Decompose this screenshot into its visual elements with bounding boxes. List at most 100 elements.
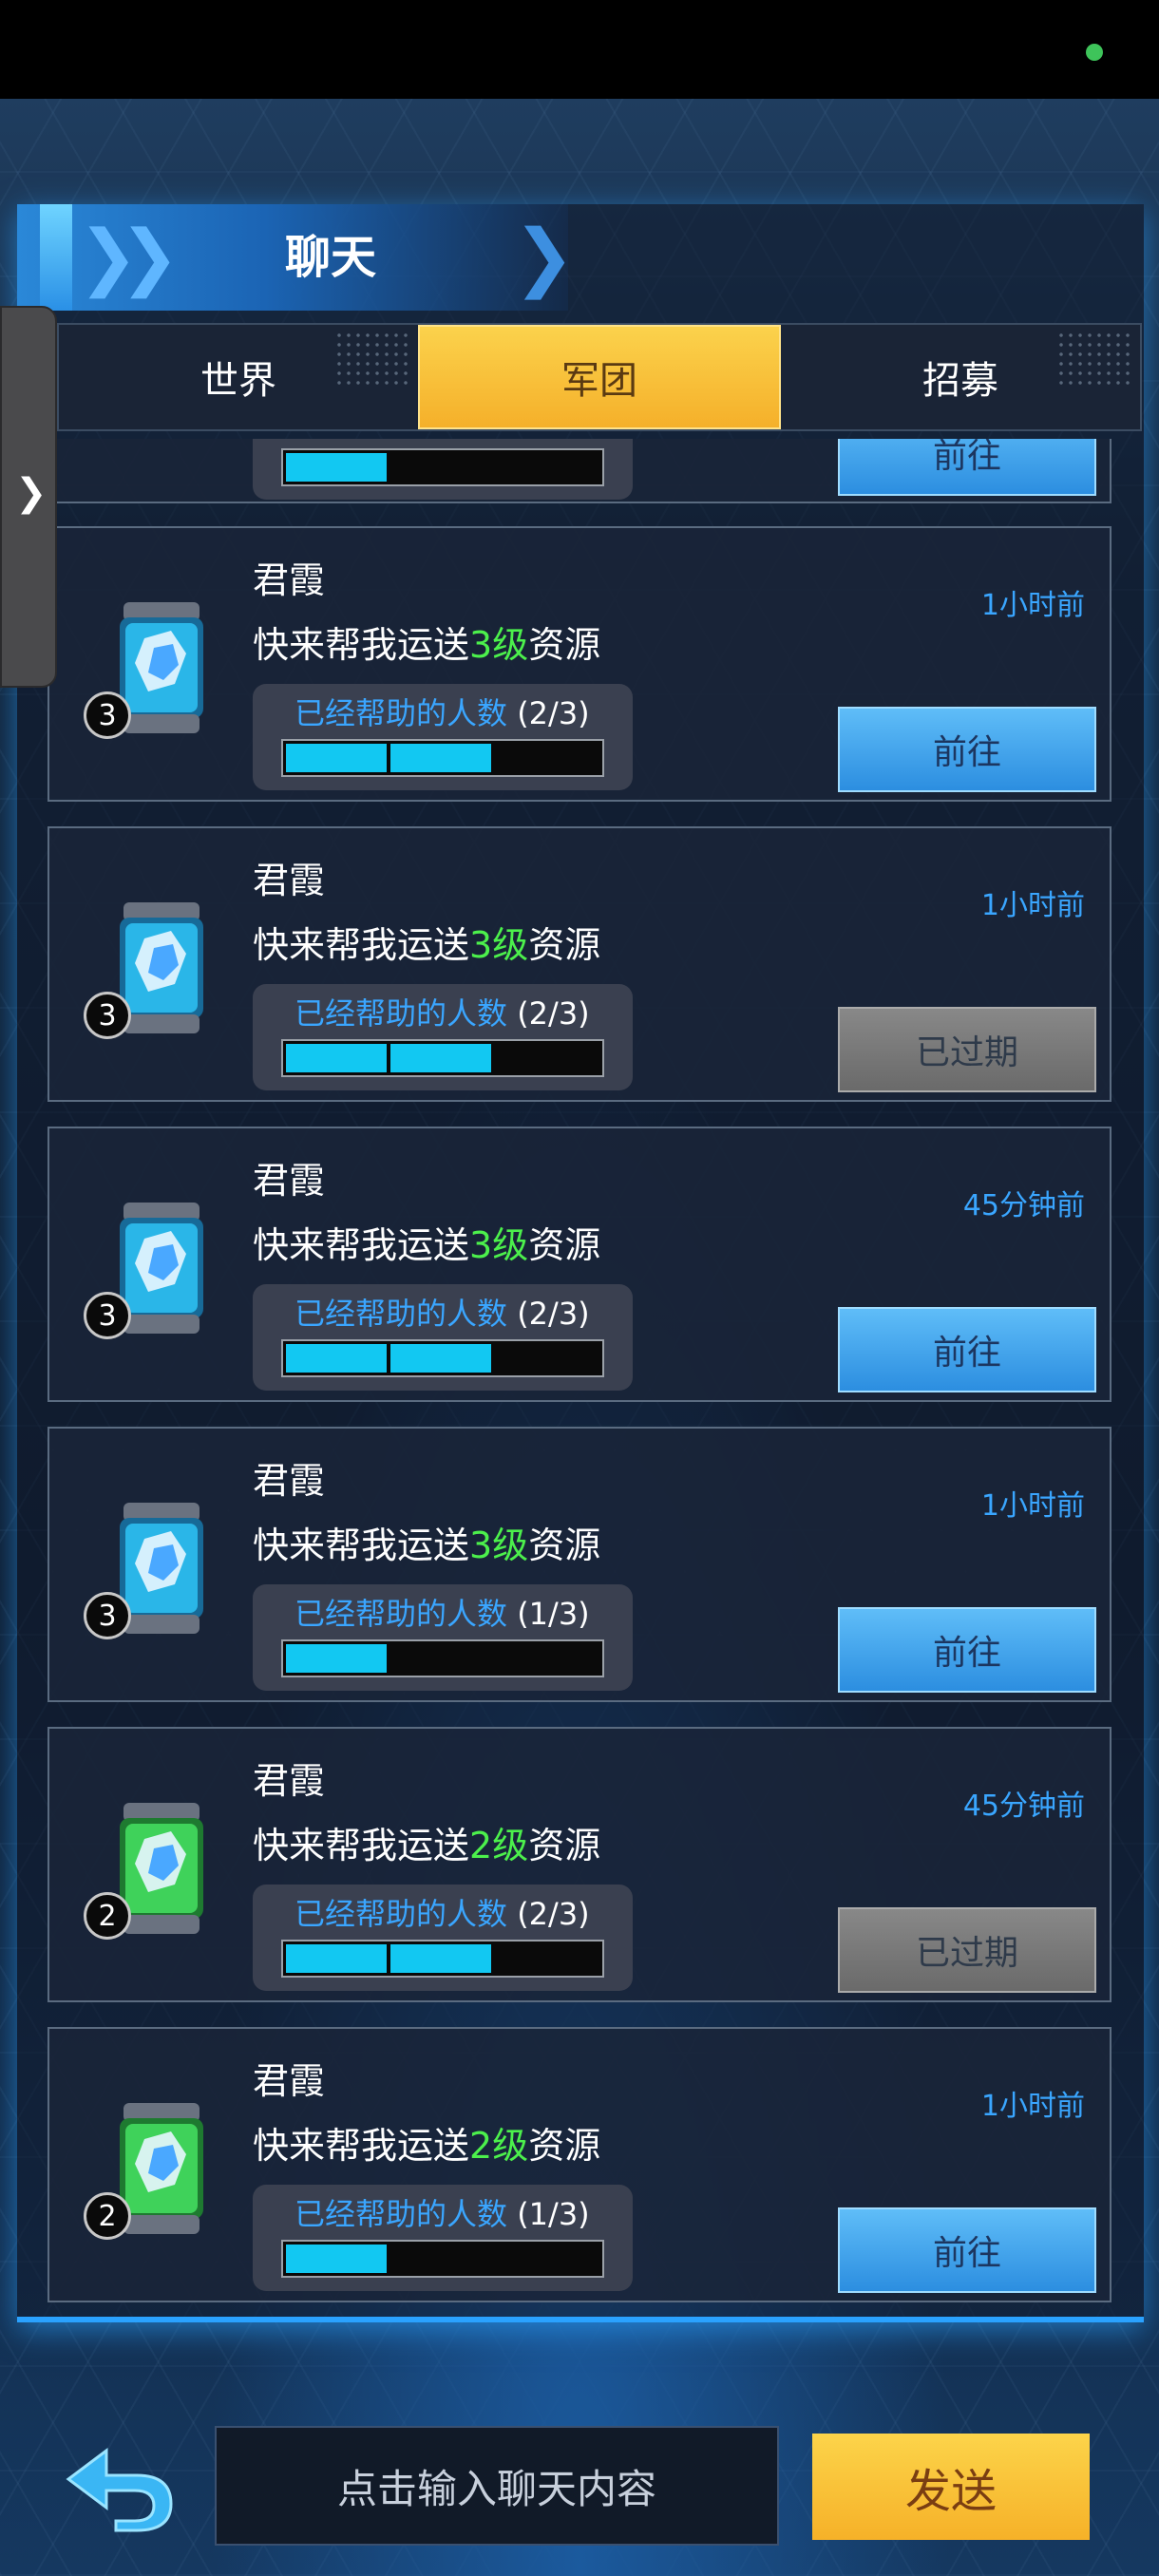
message-card: 3 君霞 快来帮我运送3级资源 已经帮助的人数 (2/3) 1小时前 已过期 <box>48 826 1112 1102</box>
progress-segment <box>390 744 491 772</box>
progress-segment <box>286 2245 387 2273</box>
help-box: 已经帮助的人数 (1/3) <box>253 2185 633 2291</box>
progress-segment <box>286 744 387 772</box>
button-label: 前往 <box>932 733 1001 772</box>
message-prefix: 快来帮我运送 <box>253 624 470 666</box>
message-text: 快来帮我运送3级资源 <box>253 1520 600 1571</box>
progress-segment <box>390 1944 491 1973</box>
go-button[interactable]: 前往 <box>838 2207 1096 2293</box>
help-count: (1/3) <box>517 1596 590 1632</box>
progress-segment <box>286 1344 387 1373</box>
sender-name: 君霞 <box>253 1760 326 1802</box>
progress-segment <box>286 1944 387 1973</box>
go-button[interactable]: 前往 <box>838 1307 1096 1392</box>
message-prefix: 快来帮我运送 <box>253 1224 470 1266</box>
message-prefix: 快来帮我运送 <box>253 924 470 966</box>
help-box: 已经帮助的人数 (2/3) <box>253 684 633 790</box>
message-level: 3级 <box>469 1224 529 1266</box>
sender-name: 君霞 <box>253 559 326 601</box>
title-accent-bar <box>40 204 72 311</box>
progress-segment <box>495 1644 596 1673</box>
progress-segment <box>286 1644 387 1673</box>
message-prefix: 快来帮我运送 <box>253 1825 470 1866</box>
message-card-partial: 前往 <box>48 439 1112 503</box>
progress-bar <box>281 1940 604 1978</box>
timestamp: 1小时前 <box>980 589 1085 622</box>
message-text: 快来帮我运送3级资源 <box>253 619 600 671</box>
progress-segment <box>495 1344 596 1373</box>
progress-segment <box>390 1344 491 1373</box>
message-suffix: 资源 <box>528 624 601 666</box>
button-label: 前往 <box>932 1334 1001 1373</box>
back-arrow-icon[interactable] <box>59 2432 182 2536</box>
side-drawer-handle[interactable]: ❯ <box>0 306 57 688</box>
message-card: 2 君霞 快来帮我运送2级资源 已经帮助的人数 (1/3) 1小时前 前往 <box>48 2027 1112 2302</box>
send-button[interactable]: 发送 <box>812 2434 1090 2540</box>
progress-bar <box>281 1639 604 1677</box>
message-level: 3级 <box>469 1525 529 1566</box>
timestamp: 1小时前 <box>980 889 1085 922</box>
help-label-text: 已经帮助的人数 <box>294 1896 508 1932</box>
help-count: (2/3) <box>517 1296 590 1332</box>
button-label: 前往 <box>932 2234 1001 2273</box>
tab-label: 世界 <box>200 359 276 403</box>
progress-bar <box>281 739 604 777</box>
channel-tabs: 世界 军团 招募 <box>57 323 1142 431</box>
go-button[interactable]: 前往 <box>838 439 1096 496</box>
tab-label: 军团 <box>561 359 637 403</box>
status-indicator-dot <box>1086 44 1103 61</box>
level-badge: 3 <box>84 992 131 1039</box>
sender-name: 君霞 <box>253 1160 326 1202</box>
message-prefix: 快来帮我运送 <box>253 2125 470 2167</box>
status-bar <box>0 0 1159 99</box>
level-badge: 2 <box>84 1892 131 1940</box>
sender-name: 君霞 <box>253 1460 326 1502</box>
timestamp: 45分钟前 <box>962 1189 1085 1222</box>
timestamp: 1小时前 <box>980 1489 1085 1523</box>
level-badge: 2 <box>84 2192 131 2240</box>
progress-segment <box>495 744 596 772</box>
tab-legion[interactable]: 军团 <box>418 325 781 429</box>
help-label: 已经帮助的人数 (2/3) <box>294 691 590 735</box>
level-badge: 3 <box>84 1292 131 1339</box>
progress-segment <box>286 453 387 482</box>
help-count: (1/3) <box>517 2196 590 2232</box>
message-text: 快来帮我运送2级资源 <box>253 1820 600 1871</box>
chat-input[interactable]: 点击输入聊天内容 <box>215 2426 779 2546</box>
help-box <box>253 439 633 500</box>
progress-segment <box>495 1944 596 1973</box>
progress-segment <box>286 1044 387 1072</box>
message-suffix: 资源 <box>528 1825 601 1866</box>
level-badge: 3 <box>84 691 131 739</box>
go-button[interactable]: 前往 <box>838 707 1096 792</box>
go-button[interactable]: 前往 <box>838 1607 1096 1693</box>
help-label: 已经帮助的人数 (1/3) <box>294 2192 590 2236</box>
message-suffix: 资源 <box>528 1224 601 1266</box>
tab-recruit[interactable]: 招募 <box>781 325 1140 429</box>
progress-bar <box>281 1039 604 1077</box>
progress-segment <box>390 2245 491 2273</box>
expired-button: 已过期 <box>838 1007 1096 1092</box>
help-label-text: 已经帮助的人数 <box>294 995 508 1032</box>
progress-bar <box>281 2240 604 2278</box>
expired-button: 已过期 <box>838 1907 1096 1993</box>
message-level: 2级 <box>469 1825 529 1866</box>
help-box: 已经帮助的人数 (2/3) <box>253 1284 633 1391</box>
help-label: 已经帮助的人数 (2/3) <box>294 992 590 1035</box>
timestamp: 1小时前 <box>980 2090 1085 2123</box>
button-label: 已过期 <box>915 1033 1018 1072</box>
sender-name: 君霞 <box>253 2060 326 2102</box>
help-count: (2/3) <box>517 695 590 731</box>
progress-segment <box>390 1044 491 1072</box>
message-card: 3 君霞快来帮我运送3级资源已经帮助的人数 (2/3) 1小时前前往 <box>48 526 1112 802</box>
button-label: 已过期 <box>915 1934 1018 1973</box>
progress-segment <box>495 1044 596 1072</box>
message-suffix: 资源 <box>528 924 601 966</box>
progress-bar <box>281 448 604 486</box>
tab-world[interactable]: 世界 <box>59 325 418 429</box>
title-chevrons-icon: ❯❯ <box>78 214 180 298</box>
message-card: 3 君霞 快来帮我运送3级资源 已经帮助的人数 (1/3) 1小时前 前往 <box>48 1427 1112 1702</box>
tab-decoration <box>334 331 410 388</box>
message-suffix: 资源 <box>528 2125 601 2167</box>
message-card: 2 君霞 快来帮我运送2级资源 已经帮助的人数 (2/3) 45分钟前 已过期 <box>48 1727 1112 2002</box>
